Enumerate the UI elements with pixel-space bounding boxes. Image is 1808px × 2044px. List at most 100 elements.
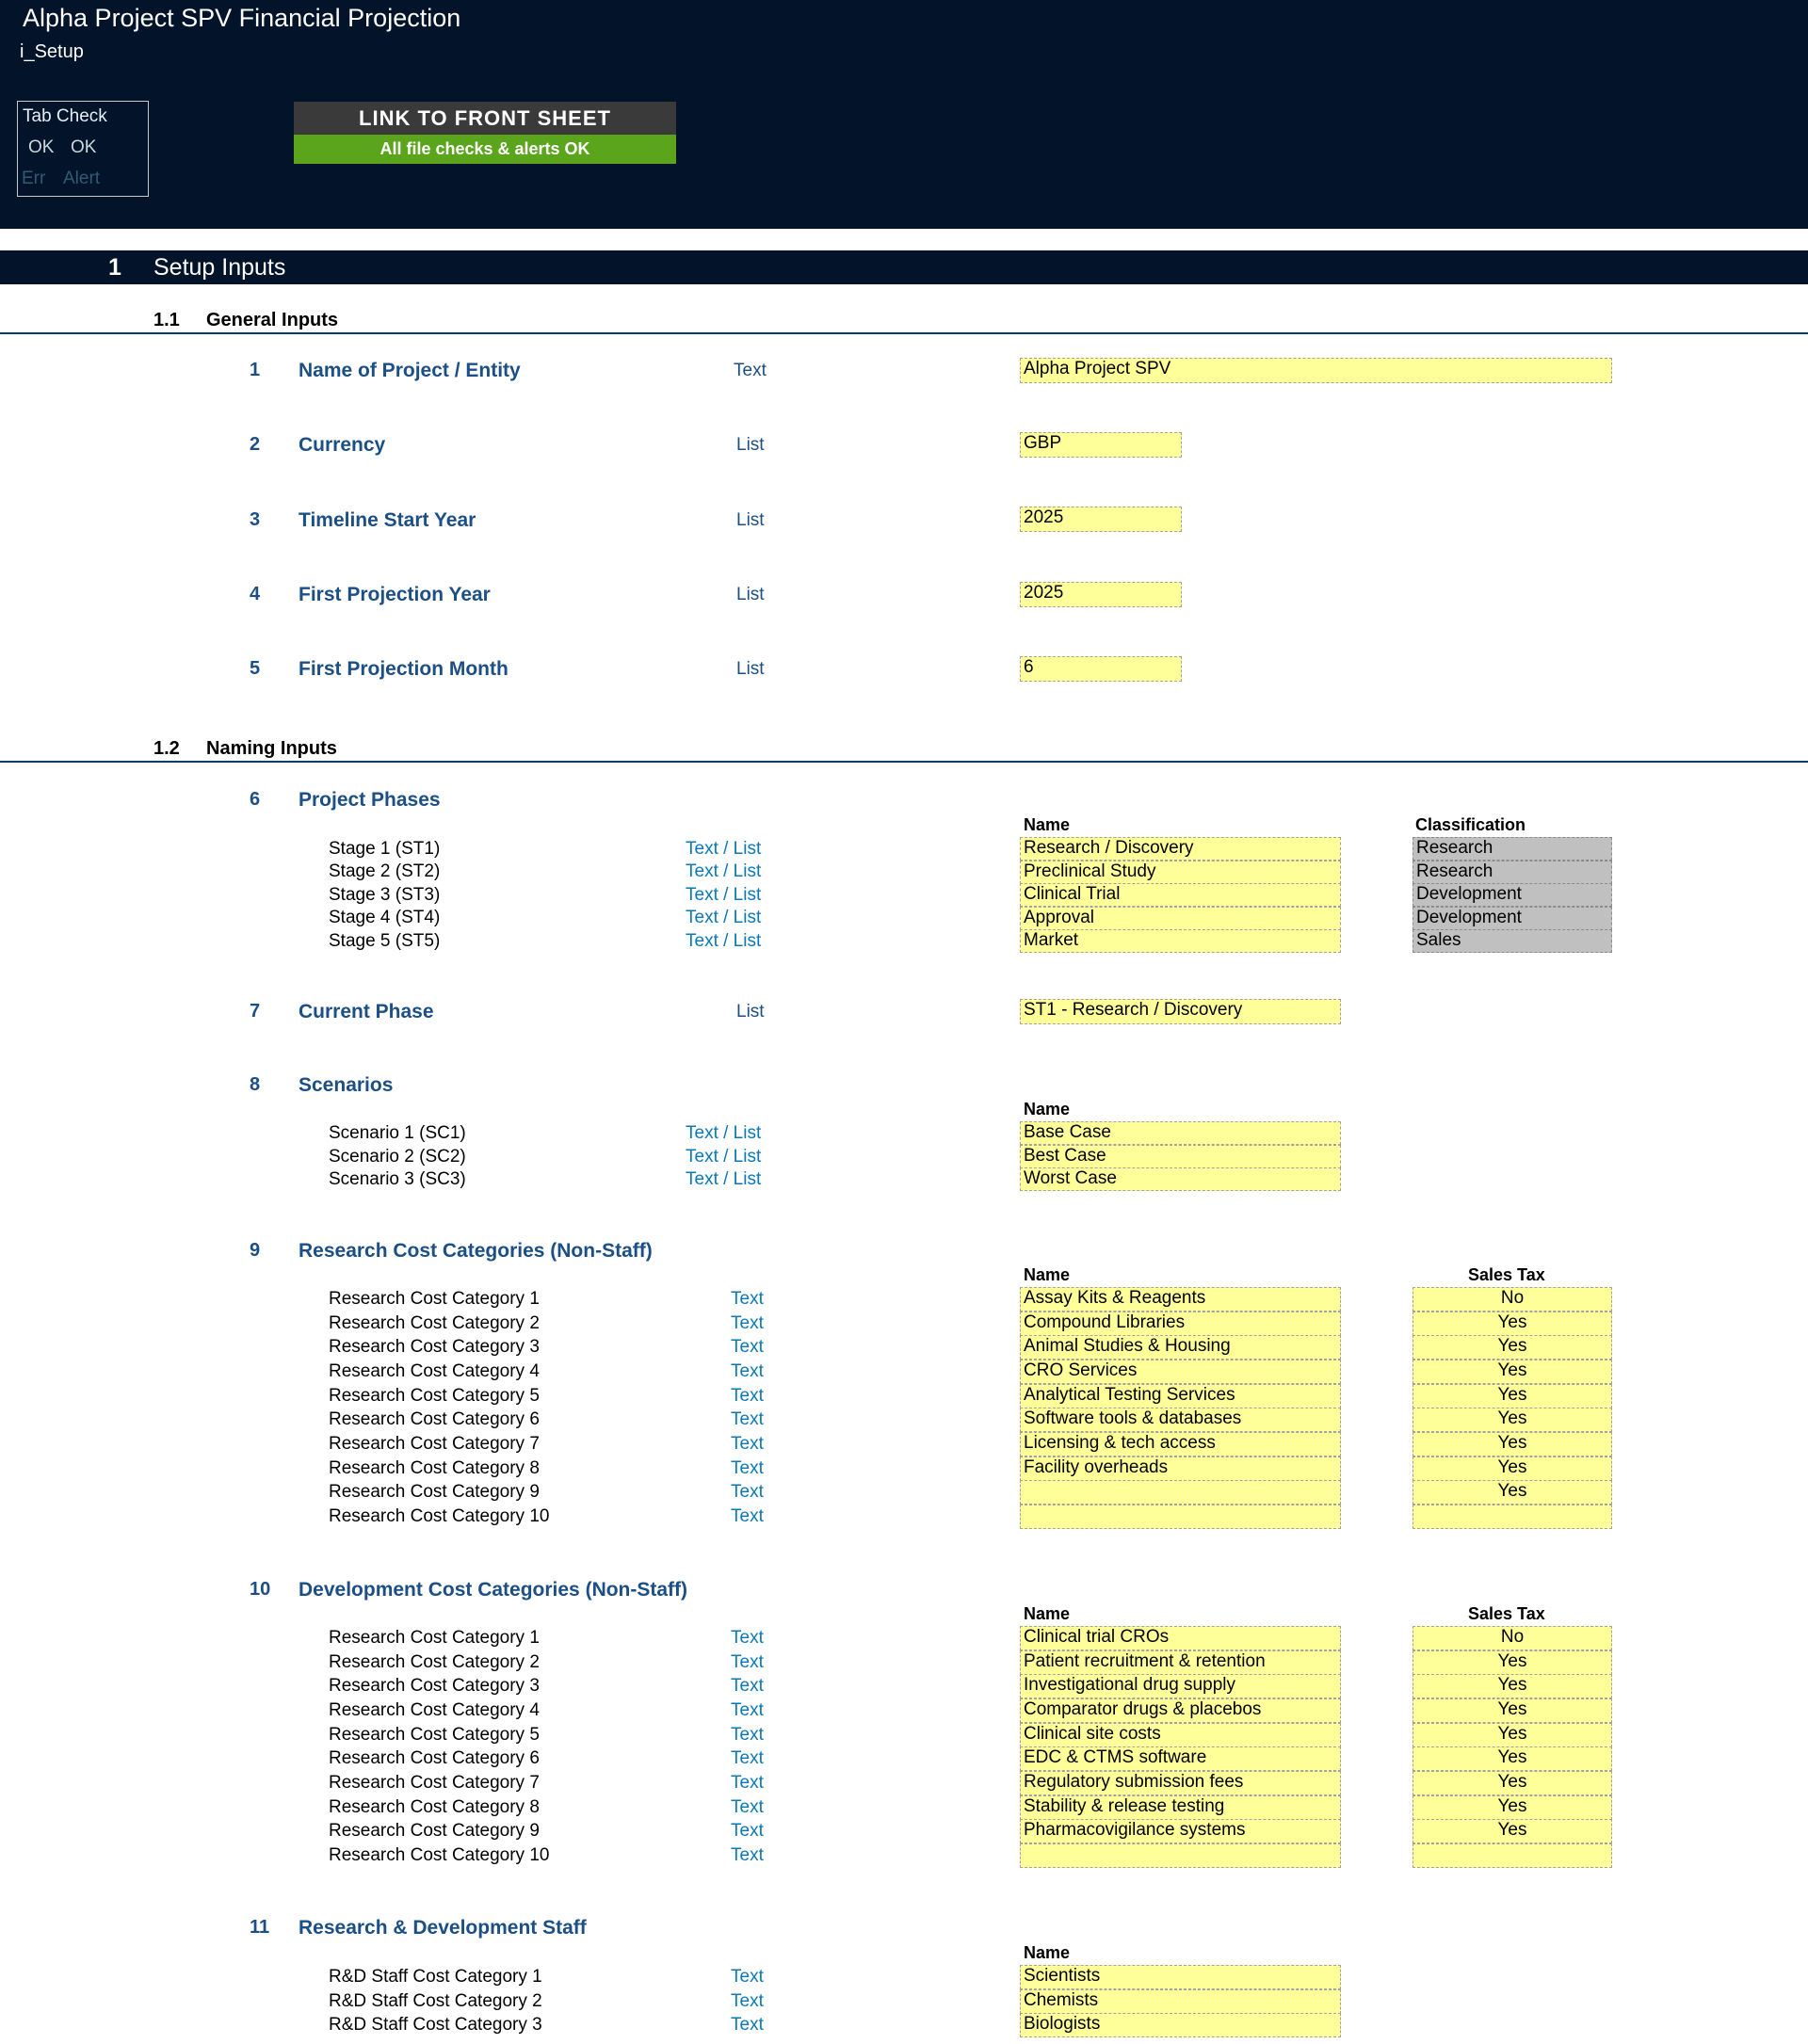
research-cost-sales-tax-select[interactable]: Yes [1412,1408,1612,1432]
scenario-row-label: Scenario 2 (SC2) [329,1147,466,1167]
input-type: Text / List [686,1169,762,1189]
phase-name-input[interactable]: Market [1020,929,1341,953]
timeline-start-year-select[interactable]: 2025 [1020,507,1182,532]
scenario-name-input[interactable]: Best Case [1020,1145,1341,1168]
phase-name-input[interactable]: Preclinical Study [1020,861,1341,884]
research-cost-sales-tax-select[interactable]: Yes [1412,1457,1612,1481]
dev-cost-sales-tax-select[interactable]: Yes [1412,1650,1612,1675]
phase-classification-select[interactable]: Research [1412,837,1612,861]
phase-classification-select[interactable]: Research [1412,861,1612,884]
phase-classification-select[interactable]: Development [1412,883,1612,907]
input-type: Text [731,1337,764,1357]
research-cost-sales-tax-select[interactable]: Yes [1412,1384,1612,1408]
column-header-name: Name [1024,1100,1071,1119]
tab-check-err: Err [22,169,46,188]
link-to-front-sheet-button[interactable]: LINK TO FRONT SHEET [294,102,676,136]
input-type: Text [731,1821,764,1841]
rd-staff-name-input[interactable]: Chemists [1020,1989,1341,2014]
input-type: Text / List [686,1123,762,1143]
research-cost-row-label: Research Cost Category 4 [329,1361,540,1381]
input-type: Text / List [686,861,762,881]
subsection-number: 1.2 [153,738,180,759]
input-type: List [736,585,765,604]
item-number: 2 [250,434,261,455]
research-cost-sales-tax-select[interactable]: Yes [1412,1360,1612,1384]
phase-name-input[interactable]: Research / Discovery [1020,837,1341,861]
phase-classification-select[interactable]: Development [1412,907,1612,930]
item-number: 3 [250,509,261,530]
scenario-name-input[interactable]: Worst Case [1020,1167,1341,1191]
dev-cost-sales-tax-select[interactable]: No [1412,1626,1612,1650]
column-header-classification: Classification [1415,815,1526,834]
subsection-divider [0,332,1808,334]
scenario-name-input[interactable]: Base Case [1020,1121,1341,1145]
tab-check-ok-2: OK [71,137,97,157]
research-cost-name-input[interactable]: Facility overheads [1020,1457,1341,1481]
phase-row-label: Stage 2 (ST2) [329,861,441,881]
rd-staff-name-input[interactable]: Scientists [1020,1965,1341,1989]
research-cost-name-input[interactable]: CRO Services [1020,1360,1341,1384]
item-number: 1 [250,360,261,380]
research-cost-name-input[interactable]: Compound Libraries [1020,1312,1341,1336]
dev-cost-name-input[interactable]: Investigational drug supply [1020,1674,1341,1698]
dev-cost-name-input[interactable]: EDC & CTMS software [1020,1746,1341,1771]
research-cost-sales-tax-select[interactable]: Yes [1412,1312,1612,1336]
research-cost-row-label: Research Cost Category 7 [329,1434,540,1454]
dev-cost-name-input[interactable]: Clinical site costs [1020,1723,1341,1747]
dev-cost-sales-tax-select[interactable]: Yes [1412,1698,1612,1723]
research-cost-sales-tax-select[interactable]: Yes [1412,1480,1612,1505]
research-cost-row-label: Research Cost Category 3 [329,1337,540,1357]
dev-cost-sales-tax-select[interactable] [1412,1843,1612,1868]
current-phase-select[interactable]: ST1 - Research / Discovery [1020,999,1341,1024]
phase-classification-select[interactable]: Sales [1412,929,1612,953]
phase-name-input[interactable]: Approval [1020,907,1341,930]
rd-staff-name-input[interactable]: Biologists [1020,2013,1341,2037]
dev-cost-sales-tax-select[interactable]: Yes [1412,1674,1612,1698]
dev-cost-sales-tax-select[interactable]: Yes [1412,1795,1612,1820]
research-cost-sales-tax-select[interactable]: No [1412,1287,1612,1312]
dev-cost-name-input[interactable]: Patient recruitment & retention [1020,1650,1341,1675]
currency-select[interactable]: GBP [1020,432,1182,458]
item-label-timeline-start-year: Timeline Start Year [299,509,476,531]
phase-row-label: Stage 4 (ST4) [329,908,441,927]
tab-check-ok-1: OK [28,137,55,157]
phase-row-label: Stage 5 (ST5) [329,931,441,951]
input-type: Text [731,1313,764,1333]
column-header-name: Name [1024,815,1071,834]
dev-cost-name-input[interactable]: Clinical trial CROs [1020,1626,1341,1650]
research-cost-row-label: Research Cost Category 9 [329,1482,540,1502]
research-cost-sales-tax-select[interactable]: Yes [1412,1335,1612,1360]
research-cost-name-input[interactable]: Licensing & tech access [1020,1432,1341,1457]
item-label-current-phase: Current Phase [299,1001,434,1022]
input-type: Text / List [686,908,762,927]
dev-cost-name-input[interactable]: Regulatory submission fees [1020,1771,1341,1795]
research-cost-name-input[interactable]: Animal Studies & Housing [1020,1335,1341,1360]
dev-cost-name-input[interactable]: Pharmacovigilance systems [1020,1819,1341,1843]
dev-cost-sales-tax-select[interactable]: Yes [1412,1746,1612,1771]
research-cost-row-label: Research Cost Category 8 [329,1458,540,1478]
research-cost-name-input[interactable]: Software tools & databases [1020,1408,1341,1432]
item-label-rd-staff: Research & Development Staff [299,1917,587,1939]
dev-cost-sales-tax-select[interactable]: Yes [1412,1723,1612,1747]
dev-cost-name-input[interactable]: Stability & release testing [1020,1795,1341,1820]
project-name-input[interactable]: Alpha Project SPV [1020,358,1612,383]
input-type: Text [731,1652,764,1672]
research-cost-name-input[interactable] [1020,1480,1341,1505]
subsection-title: General Inputs [206,310,339,330]
input-type: Text / List [686,839,762,859]
dev-cost-sales-tax-select[interactable]: Yes [1412,1819,1612,1843]
dev-cost-name-input[interactable] [1020,1843,1341,1868]
research-cost-name-input[interactable]: Analytical Testing Services [1020,1384,1341,1408]
research-cost-sales-tax-select[interactable] [1412,1505,1612,1529]
tab-check-title: Tab Check [23,106,107,126]
phase-name-input[interactable]: Clinical Trial [1020,883,1341,907]
input-type: Text [734,361,767,380]
research-cost-sales-tax-select[interactable]: Yes [1412,1432,1612,1457]
research-cost-name-input[interactable] [1020,1505,1341,1529]
dev-cost-sales-tax-select[interactable]: Yes [1412,1771,1612,1795]
research-cost-name-input[interactable]: Assay Kits & Reagents [1020,1287,1341,1312]
dev-cost-name-input[interactable]: Comparator drugs & placebos [1020,1698,1341,1723]
input-type: Text [731,1482,764,1502]
first-projection-month-select[interactable]: 6 [1020,656,1182,682]
first-projection-year-select[interactable]: 2025 [1020,582,1182,607]
